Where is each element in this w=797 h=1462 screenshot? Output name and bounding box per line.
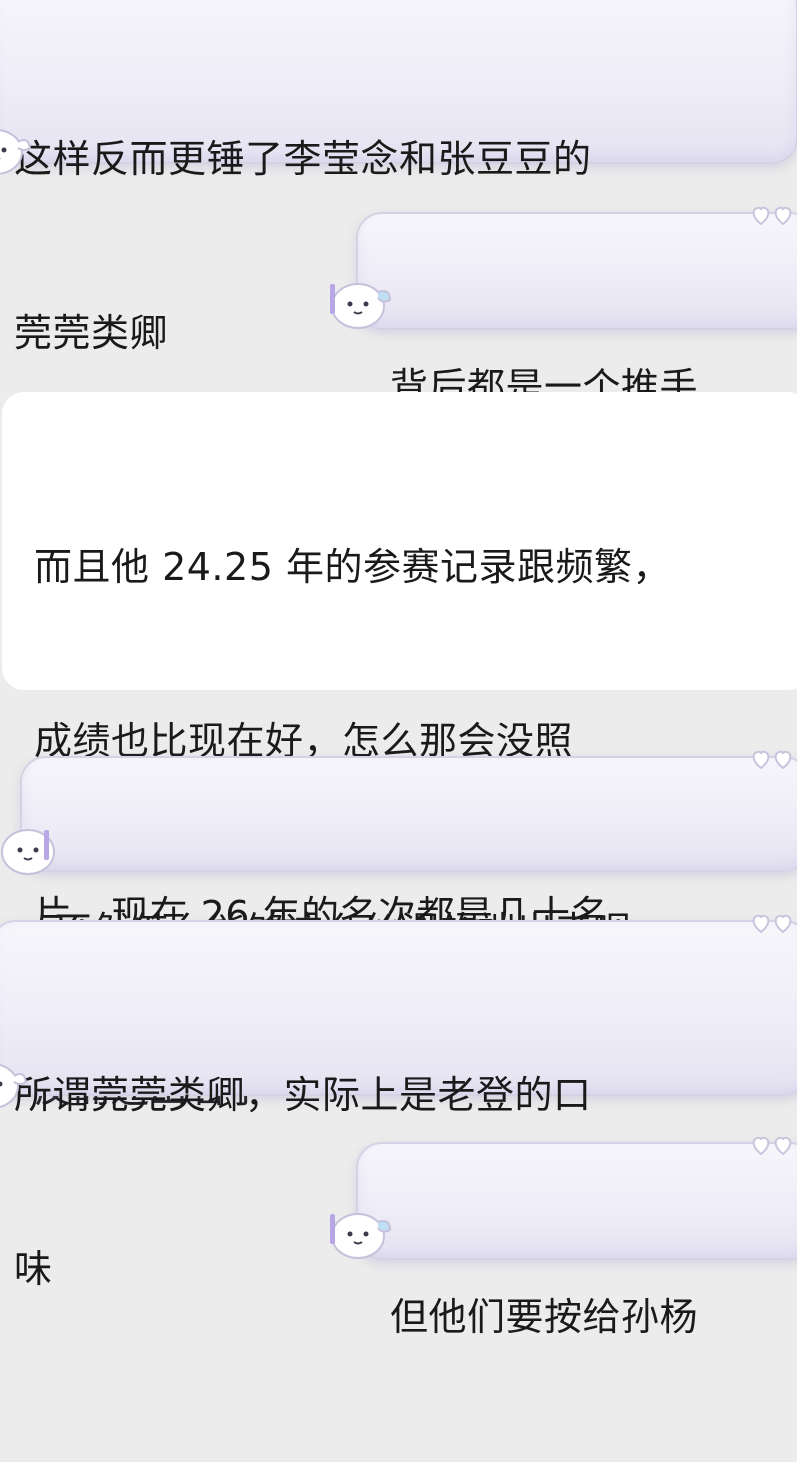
hearts-icon	[752, 914, 792, 934]
ghost-mascot-icon	[1, 829, 55, 875]
ghost-mascot-icon	[330, 1213, 392, 1259]
message-bubble[interactable]: 背后都是一个推手	[356, 212, 797, 409]
message-bubble[interactable]: 而且他 24.25 年的参赛记录跟频繁， 成绩也比现在好，怎么那会没照 片，现在…	[2, 392, 797, 1111]
message-line: 这样反而更锤了李莹念和张豆豆的	[14, 137, 592, 181]
message-bubble[interactable]: 这样反而更锤了李莹念和张豆豆的 莞莞类卿	[0, 0, 797, 355]
message-bubble[interactable]: 不然怎么能够这么丝滑的端出来呢	[20, 756, 797, 953]
hearts-icon	[752, 1136, 792, 1156]
message-line: 而且他 24.25 年的参赛记录跟频繁，	[34, 545, 671, 589]
message-line: 所谓莞莞类卿，实际上是老登的口	[14, 1073, 592, 1117]
hearts-icon	[752, 206, 792, 226]
ghost-mascot-icon	[0, 129, 32, 175]
message-bubble[interactable]: 所谓莞莞类卿，实际上是老登的口 味	[0, 920, 797, 1291]
hearts-icon	[752, 750, 792, 770]
ghost-mascot-icon	[330, 283, 392, 329]
chat-area: 这样反而更锤了李莹念和张豆豆的 莞莞类卿 背后都是一个推手 而且他 24.25 …	[0, 0, 797, 1339]
message-bubble[interactable]: 但他们要按给孙杨	[356, 1142, 797, 1339]
message-line: 但他们要按给孙杨	[390, 1295, 699, 1339]
ghost-mascot-icon	[0, 1064, 28, 1108]
